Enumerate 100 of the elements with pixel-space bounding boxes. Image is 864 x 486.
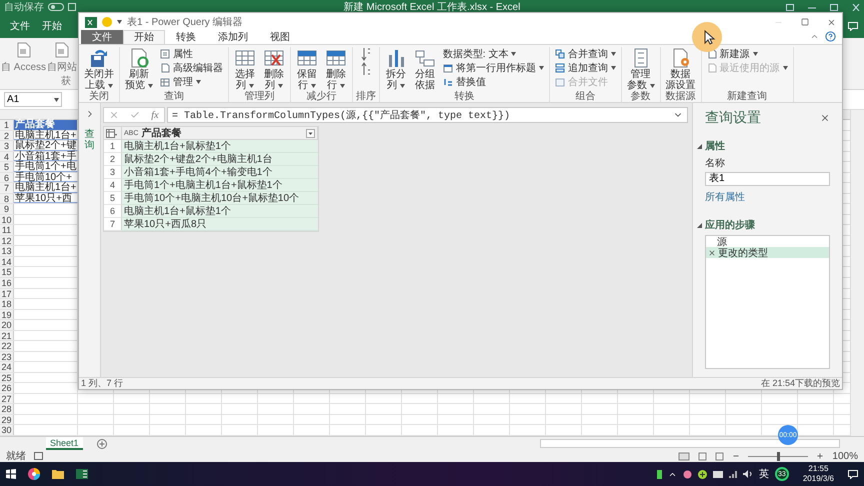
ribbon-tab[interactable]: 转换: [165, 30, 207, 44]
clock-time: 21:55: [808, 464, 828, 474]
status-text: 在 21:54下载的预览: [760, 377, 840, 390]
autosave-label: 自动保存: [4, 1, 44, 14]
section-heading[interactable]: 应用的步骤: [705, 218, 755, 232]
group-label: 关闭: [89, 91, 109, 102]
row-number: 28: [0, 404, 14, 414]
step-item[interactable]: 源: [706, 236, 829, 247]
group-label: 管理列: [244, 91, 274, 102]
ribbon-button[interactable]: 属性: [158, 47, 225, 60]
group-label: 参数: [630, 91, 651, 102]
ribbon-button[interactable]: 数据 源设置: [664, 47, 698, 91]
row-number: 29: [0, 414, 14, 424]
input-method[interactable]: 英: [758, 467, 769, 481]
row-number: 7: [104, 218, 122, 231]
row-number: 24: [0, 362, 14, 372]
row-number: 14: [0, 256, 14, 266]
row-number: 15: [0, 267, 14, 277]
spreadsheet-cell: 产品套餐: [14, 120, 78, 130]
ribbon-tab[interactable]: 添加列: [207, 30, 259, 44]
row-number: 22: [0, 341, 14, 351]
ribbon-button[interactable]: 保留 行: [294, 47, 320, 91]
zoom-level: 100%: [832, 450, 858, 462]
row-number: 27: [0, 394, 14, 404]
ribbon-button[interactable]: 拆分 列: [382, 47, 409, 91]
group-label: 数据源: [666, 91, 696, 102]
group-label: 获: [61, 74, 71, 88]
panel-title: 查询设置: [705, 109, 761, 127]
row-number: 19: [0, 310, 14, 320]
row-number: 8: [0, 194, 14, 204]
row-number: 7: [0, 183, 14, 193]
row-number: 18: [0, 299, 14, 309]
group-label: 排序: [356, 91, 376, 102]
table-cell: 手电筒10个+电脑主机10台+鼠标垫10个: [122, 192, 318, 205]
all-properties-link[interactable]: 所有属性: [705, 190, 830, 204]
ribbon-button[interactable]: 高级编辑器: [158, 61, 225, 74]
column-header[interactable]: 产品套餐: [141, 126, 303, 140]
row-number: 1: [0, 120, 14, 130]
ribbon-tab[interactable]: 开始: [42, 19, 62, 33]
ribbon-button[interactable]: 分组 依据: [412, 47, 438, 91]
ribbon-button[interactable]: 管理: [158, 75, 225, 88]
ribbon-button[interactable]: 关闭并 上载: [82, 47, 116, 91]
ribbon-tab[interactable]: 文件: [10, 19, 30, 33]
row-number: 17: [0, 288, 14, 298]
table-cell: 苹果10只+西瓜8只: [122, 218, 318, 231]
row-number: 11: [0, 225, 14, 235]
row-number: 12: [0, 236, 14, 246]
ribbon-tab[interactable]: 文件: [81, 30, 123, 44]
name-field[interactable]: 表1: [705, 172, 830, 186]
table-cell: 电脑主机1台+鼠标垫1个: [122, 205, 318, 218]
status-text: 1 列、7 行: [81, 377, 124, 390]
row-number: 21: [0, 330, 14, 340]
field-label: 名称: [705, 157, 726, 170]
ribbon-button[interactable]: 自 Access: [1, 42, 46, 74]
ribbon-button[interactable]: 追加查询: [552, 61, 618, 74]
ribbon-button[interactable]: 替换值: [440, 75, 546, 88]
row-number: 25: [0, 372, 14, 382]
section-heading[interactable]: 属性: [705, 139, 725, 153]
row-number: 6: [0, 172, 14, 182]
ribbon-tab[interactable]: 视图: [259, 30, 301, 44]
ribbon-button[interactable]: 将第一行用作标题: [440, 61, 546, 74]
ribbon-button[interactable]: 管理 参数: [624, 47, 657, 91]
row-number: 4: [0, 152, 14, 162]
row-number: 6: [104, 205, 122, 218]
clock-date: 2019/3/6: [802, 474, 834, 484]
formula-field[interactable]: = Table.TransformColumnTypes(源,{{"产品套餐", type text}}): [167, 107, 688, 123]
ribbon-button[interactable]: 删除 行: [322, 47, 349, 91]
ribbon-button[interactable]: 刷新 预览: [123, 47, 155, 91]
row-number: 26: [0, 383, 14, 393]
row-number: 1: [104, 140, 122, 153]
row-number: 4: [104, 179, 122, 192]
row-number: 5: [0, 162, 14, 172]
row-number: 30: [0, 425, 14, 435]
row-number: 20: [0, 320, 14, 330]
status-text: 就绪: [6, 450, 26, 463]
row-number: 23: [0, 352, 14, 362]
name-box[interactable]: A1: [4, 92, 62, 107]
ribbon-button[interactable]: 删除 列: [260, 47, 287, 91]
ribbon-button[interactable]: 选择 列: [232, 47, 258, 91]
group-label: 组合: [575, 91, 596, 102]
row-number: 9: [0, 204, 14, 214]
row-number: 3: [104, 166, 122, 179]
ribbon-tab[interactable]: 开始: [123, 30, 165, 44]
queries-pane-label[interactable]: 查询: [84, 129, 94, 151]
table-cell: 手电筒1个+电脑主机1台+鼠标垫1个: [122, 179, 318, 192]
step-item[interactable]: 更改的类型: [706, 247, 829, 258]
group-label: 查询: [164, 91, 184, 102]
ribbon-button[interactable]: 自网站: [47, 42, 78, 74]
window-title: 新建 Microsoft Excel 工作表.xlsx - Excel: [344, 0, 520, 14]
ribbon-button[interactable]: 数据类型: 文本: [440, 47, 546, 60]
row-number: 5: [104, 192, 122, 205]
row-number: 13: [0, 246, 14, 256]
ribbon-button[interactable]: 合并查询: [552, 47, 618, 60]
table-cell: 鼠标垫2个+键盘2个+电脑主机1台: [122, 153, 318, 166]
table-cell: 小音箱1套+手电筒4个+输变电1个: [122, 166, 318, 179]
group-label: 减少行: [306, 91, 336, 102]
window-title: 表1 - Power Query 编辑器: [127, 16, 243, 29]
sheet-tab[interactable]: Sheet1: [46, 437, 83, 450]
function-label[interactable]: fx: [151, 110, 159, 120]
table-cell: 电脑主机1台+鼠标垫1个: [122, 140, 318, 153]
